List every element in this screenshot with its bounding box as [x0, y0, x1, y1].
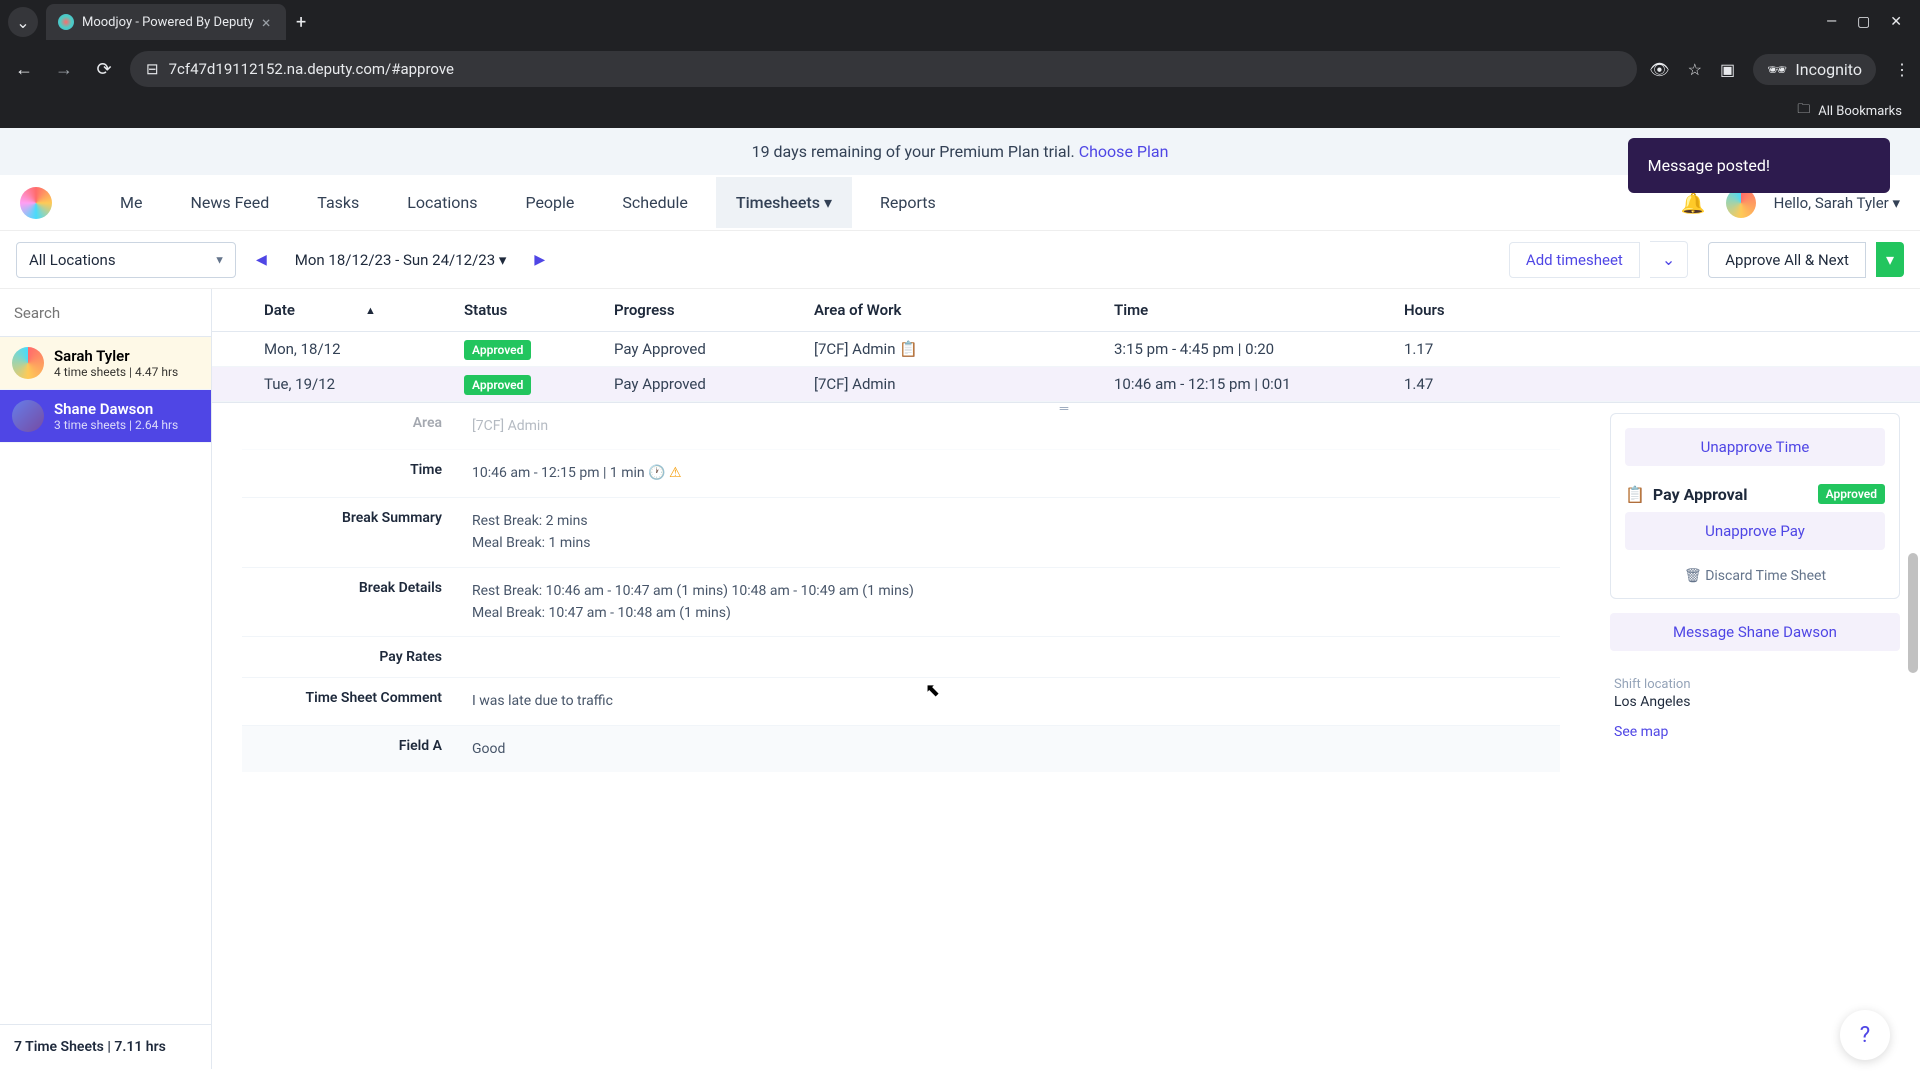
next-week-button[interactable]: ▶	[524, 246, 555, 274]
status-badge: Approved	[1818, 484, 1885, 504]
date-range-picker[interactable]: Mon 18/12/23 - Sun 24/12/23 ▾	[283, 243, 519, 277]
maximize-icon[interactable]: ▢	[1857, 14, 1870, 30]
sidebar-summary: 7 Time Sheets | 7.11 hrs	[0, 1024, 211, 1069]
all-bookmarks-link[interactable]: All Bookmarks	[1818, 104, 1902, 119]
minimize-icon[interactable]: ―	[1826, 14, 1837, 30]
person-name: Shane Dawson	[54, 400, 178, 418]
avatar	[12, 400, 44, 432]
visibility-off-icon[interactable]: 👁	[1649, 60, 1669, 79]
discard-timesheet-button[interactable]: 🗑 Discard Time Sheet	[1625, 560, 1885, 584]
detail-value: I was late due to traffic	[472, 690, 1560, 712]
nav-timesheets[interactable]: Timesheets ▾	[716, 177, 852, 228]
sidebar-person[interactable]: Sarah Tyler 4 time sheets | 4.47 hrs	[0, 337, 211, 390]
approve-all-dropdown[interactable]: ▾	[1876, 242, 1904, 277]
col-status[interactable]: Status	[448, 289, 598, 331]
panel-icon[interactable]: ▣	[1720, 60, 1735, 79]
forward-button: →	[50, 59, 78, 80]
site-settings-icon[interactable]: ⊟	[146, 60, 159, 78]
nav-people[interactable]: People	[505, 177, 594, 228]
table-row[interactable]: Tue, 19/12 Approved Pay Approved [7CF] A…	[212, 367, 1920, 402]
close-window-icon[interactable]: ✕	[1890, 14, 1902, 30]
nav-reports[interactable]: Reports	[860, 177, 956, 228]
tab-title: Moodjoy - Powered By Deputy	[82, 15, 254, 30]
status-badge: Approved	[464, 375, 531, 395]
trash-icon: 🗑	[1684, 568, 1702, 584]
app-logo[interactable]	[20, 187, 52, 219]
see-map-link[interactable]: See map	[1614, 724, 1896, 740]
unapprove-pay-button[interactable]: Unapprove Pay	[1625, 512, 1885, 550]
detail-value: Rest Break: 2 mins Meal Break: 1 mins	[472, 510, 1560, 555]
detail-value: 10:46 am - 12:15 pm | 1 min 🕐 ⚠	[472, 462, 1560, 484]
search-input[interactable]	[14, 304, 197, 322]
close-icon[interactable]: ×	[262, 13, 271, 32]
nav-news-feed[interactable]: News Feed	[170, 177, 289, 228]
nav-me[interactable]: Me	[100, 177, 162, 228]
scrollbar[interactable]	[1908, 553, 1918, 673]
tab-favicon	[58, 14, 74, 30]
folder-icon: 🗀	[1797, 100, 1810, 122]
detail-label: Time Sheet Comment	[242, 690, 472, 712]
col-time[interactable]: Time	[1098, 289, 1388, 331]
tab-list-dropdown[interactable]: ⌄	[8, 7, 38, 37]
toast-notification: Message posted!	[1628, 138, 1890, 193]
notifications-icon[interactable]: 🔔	[1681, 191, 1706, 215]
choose-plan-link[interactable]: Choose Plan	[1079, 142, 1169, 161]
nav-tasks[interactable]: Tasks	[297, 177, 379, 228]
detail-value: Rest Break: 10:46 am - 10:47 am (1 mins)…	[472, 580, 1560, 625]
col-hours[interactable]: Hours	[1388, 289, 1478, 331]
url-text: 7cf47d19112152.na.deputy.com/#approve	[169, 60, 454, 78]
pay-approval-label: 📋 Pay Approval	[1625, 485, 1747, 504]
chevron-down-icon: ▼	[214, 253, 225, 266]
col-progress[interactable]: Progress	[598, 289, 798, 331]
unapprove-time-button[interactable]: Unapprove Time	[1625, 428, 1885, 466]
table-row[interactable]: Mon, 18/12 Approved Pay Approved [7CF] A…	[212, 332, 1920, 367]
help-button[interactable]: ?	[1840, 1010, 1890, 1060]
add-timesheet-button[interactable]: Add timesheet	[1509, 242, 1640, 278]
clipboard-icon: 📋	[1625, 485, 1645, 504]
detail-label: Break Summary	[242, 510, 472, 555]
message-person-button[interactable]: Message Shane Dawson	[1610, 613, 1900, 651]
question-icon: ?	[1860, 1023, 1870, 1048]
nav-locations[interactable]: Locations	[387, 177, 497, 228]
col-area[interactable]: Area of Work	[798, 289, 1098, 331]
person-meta: 4 time sheets | 4.47 hrs	[54, 365, 178, 379]
sidebar-person[interactable]: Shane Dawson 3 time sheets | 2.64 hrs	[0, 390, 211, 443]
avatar	[12, 347, 44, 379]
shift-location-label: Shift location	[1614, 677, 1896, 692]
incognito-badge[interactable]: 🕶 Incognito	[1753, 54, 1876, 85]
shift-location-value: Los Angeles	[1614, 694, 1896, 710]
status-badge: Approved	[464, 340, 531, 360]
sort-asc-icon: ▲	[365, 304, 376, 317]
location-select[interactable]: All Locations▼	[16, 242, 236, 278]
detail-value: Good	[472, 738, 1560, 760]
detail-label: Pay Rates	[242, 649, 472, 665]
detail-label: Time	[242, 462, 472, 484]
clock-icon: 🕐	[648, 465, 665, 481]
person-meta: 3 time sheets | 2.64 hrs	[54, 418, 178, 432]
user-greeting[interactable]: Hello, Sarah Tyler ▾	[1774, 194, 1900, 212]
add-timesheet-dropdown[interactable]: ⌄	[1650, 241, 1688, 278]
bookmark-star-icon[interactable]: ☆	[1688, 60, 1702, 79]
warning-icon: ⚠	[669, 465, 682, 481]
detail-label: Break Details	[242, 580, 472, 625]
chevron-down-icon: ▾	[824, 193, 832, 212]
browser-tab[interactable]: Moodjoy - Powered By Deputy ×	[46, 4, 286, 40]
approve-all-button[interactable]: Approve All & Next	[1708, 242, 1866, 278]
reload-button[interactable]: ⟳	[90, 59, 118, 80]
detail-value	[472, 649, 1560, 665]
nav-schedule[interactable]: Schedule	[602, 177, 707, 228]
person-name: Sarah Tyler	[54, 347, 178, 365]
new-tab-button[interactable]: +	[296, 12, 306, 33]
prev-week-button[interactable]: ◀	[246, 246, 277, 274]
table-header: Date▲ Status Progress Area of Work Time …	[212, 289, 1920, 332]
incognito-icon: 🕶	[1767, 60, 1787, 79]
browser-chrome: ⌄ Moodjoy - Powered By Deputy × + ― ▢ ✕ …	[0, 0, 1920, 128]
address-bar[interactable]: ⊟ 7cf47d19112152.na.deputy.com/#approve	[130, 51, 1637, 87]
col-date[interactable]: Date▲	[248, 289, 448, 331]
detail-label: Field A	[242, 738, 472, 760]
kebab-menu-icon[interactable]: ⋮	[1894, 60, 1910, 79]
back-button[interactable]: ←	[10, 59, 38, 80]
